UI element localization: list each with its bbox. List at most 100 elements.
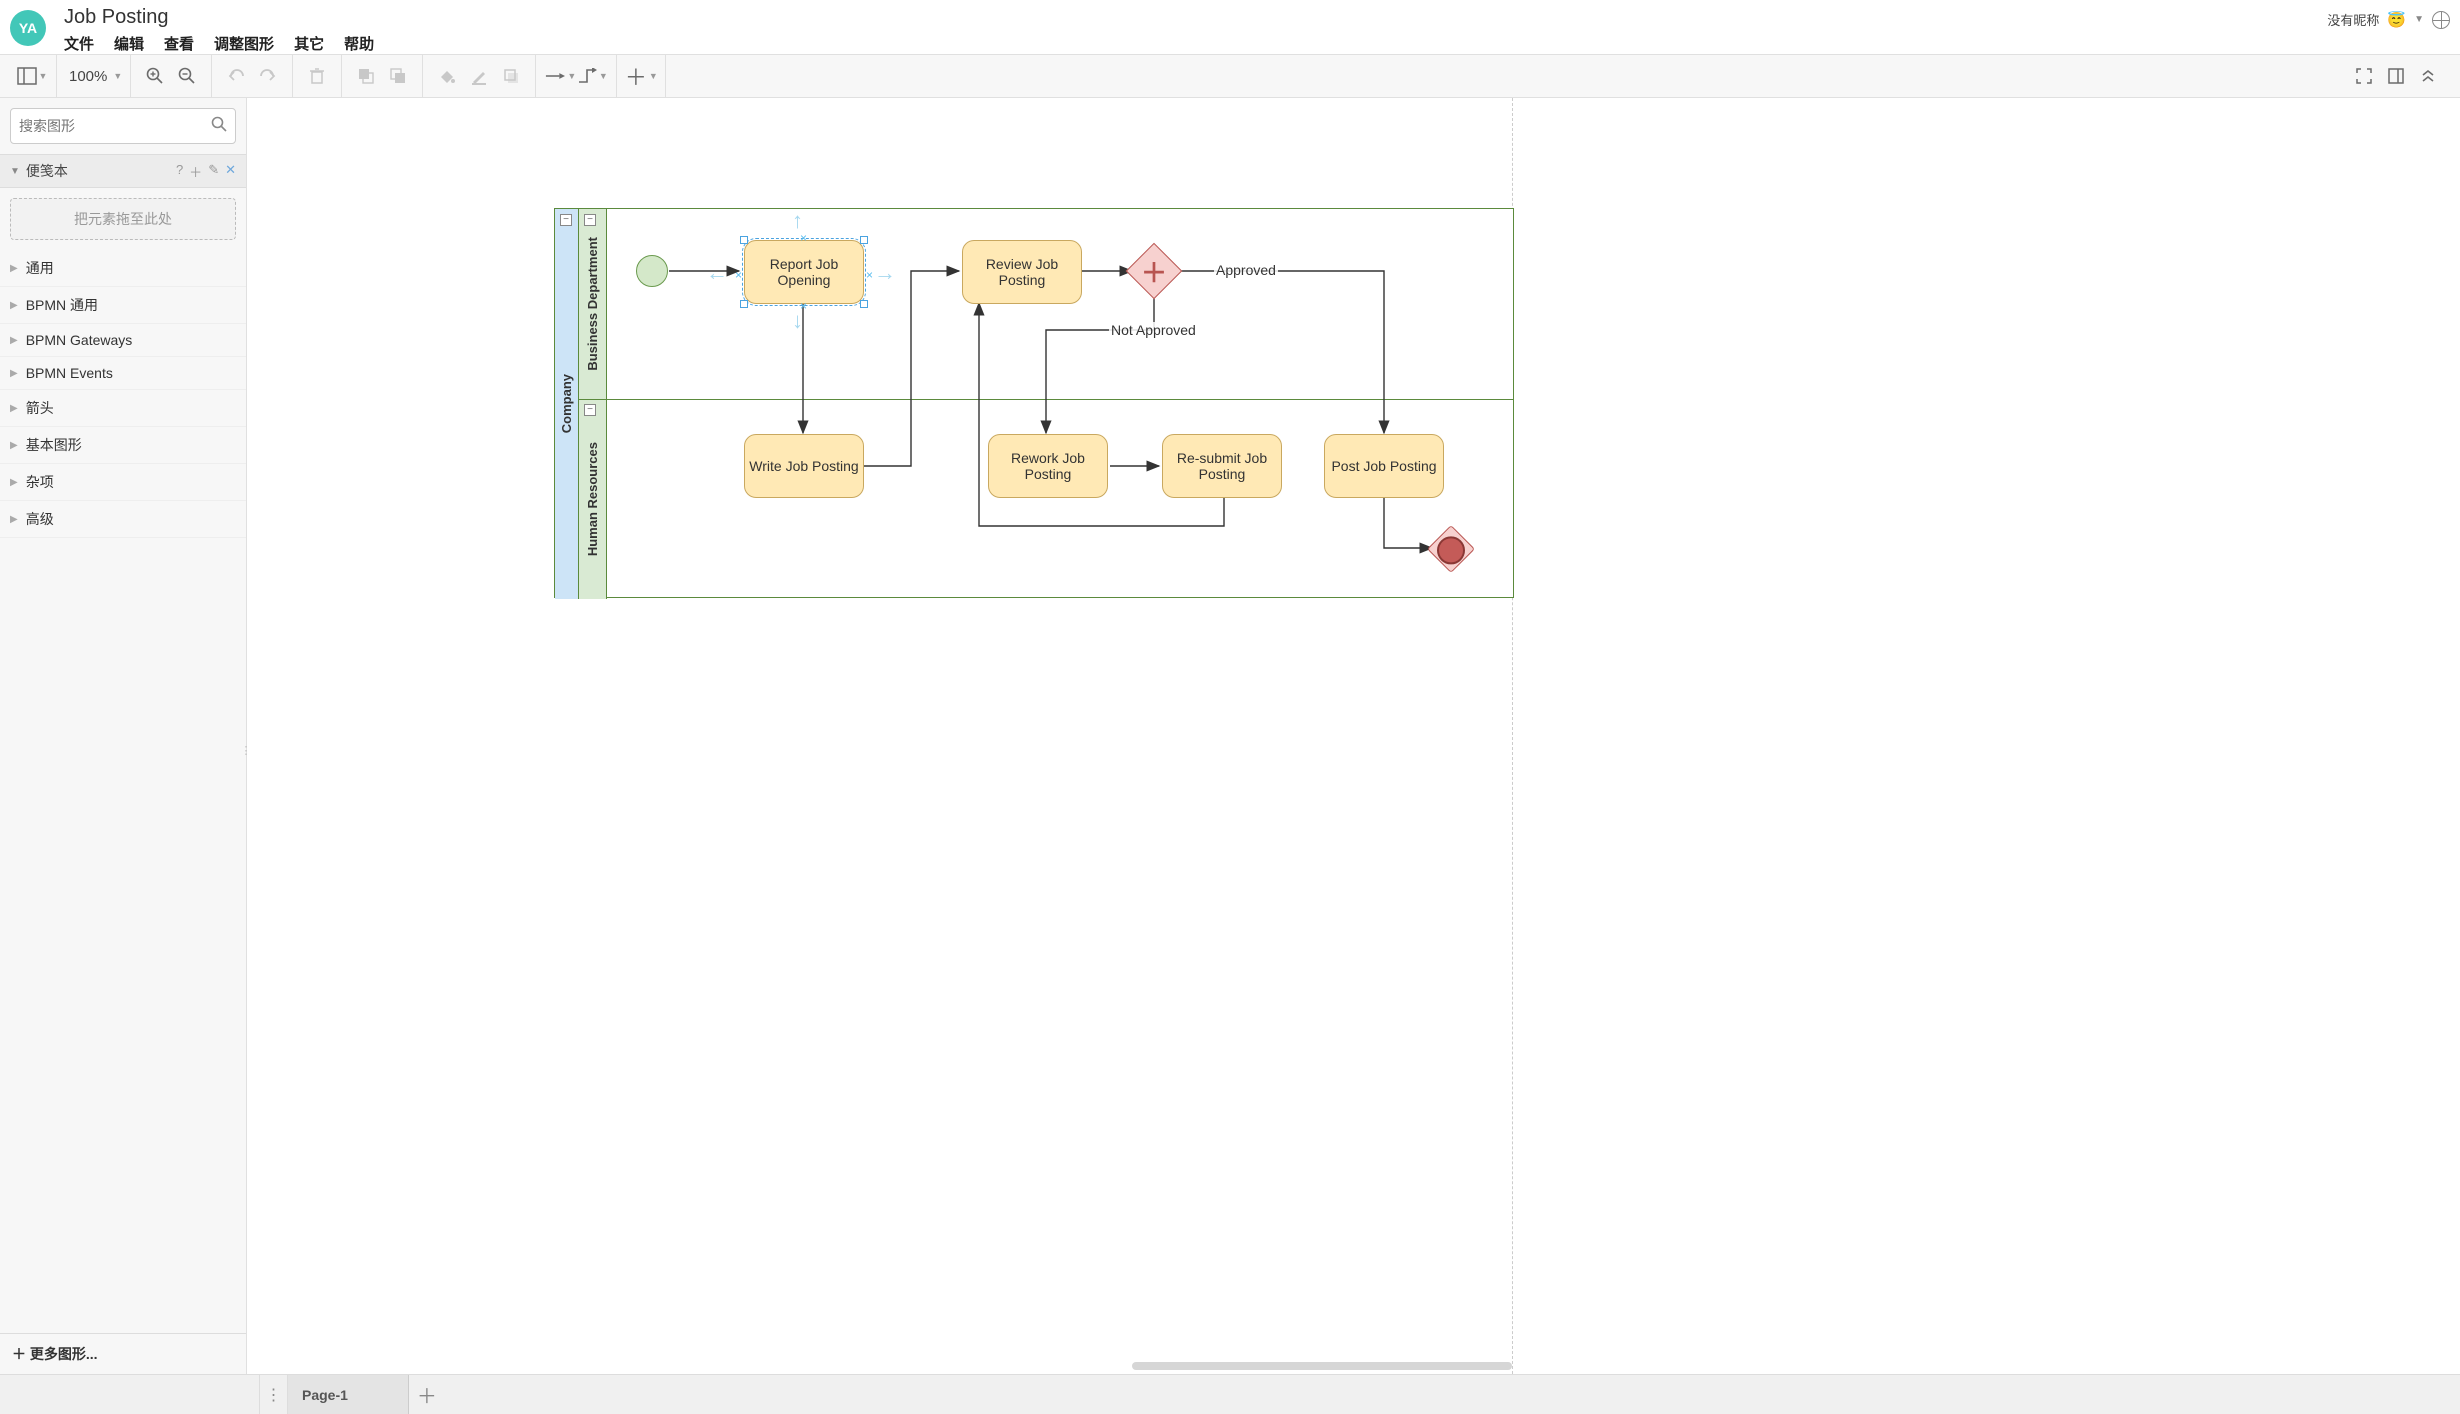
shadow-button[interactable]	[495, 60, 527, 92]
pages-menu-button[interactable]: ⋮	[260, 1375, 288, 1414]
connection-style-button[interactable]: ▼	[544, 60, 576, 92]
menu-file[interactable]: 文件	[64, 33, 94, 54]
task-label: Re-submit Job Posting	[1167, 450, 1277, 482]
task-label: Post Job Posting	[1331, 458, 1436, 474]
delete-button[interactable]	[301, 60, 333, 92]
task-label: Rework Job Posting	[993, 450, 1103, 482]
search-icon[interactable]	[211, 116, 227, 137]
search-shapes-input[interactable]	[19, 118, 211, 134]
category-bpmn-gateways[interactable]: ▶BPMN Gateways	[0, 324, 246, 357]
pencil-icon	[470, 67, 488, 85]
chevron-double-up-icon	[2421, 69, 2435, 83]
edge-label-approved: Approved	[1214, 262, 1278, 278]
direction-arrow-right[interactable]: →	[874, 260, 896, 286]
doc-title[interactable]: Job Posting	[64, 6, 2327, 29]
to-back-button[interactable]	[382, 60, 414, 92]
collapse-caret-icon: ▼	[10, 166, 20, 177]
task-write-job-posting[interactable]: Write Job Posting	[744, 434, 864, 498]
plus-icon: ＋	[625, 60, 647, 92]
category-advanced[interactable]: ▶高级	[0, 501, 246, 538]
to-front-icon	[357, 67, 375, 85]
menu-view[interactable]: 查看	[164, 33, 194, 54]
panel-icon	[2388, 68, 2404, 84]
category-bpmn-events[interactable]: ▶BPMN Events	[0, 357, 246, 390]
pool-title[interactable]: Company	[555, 209, 579, 599]
horizontal-scrollbar[interactable]	[1132, 1362, 1512, 1370]
lane2-collapse-toggle[interactable]: −	[584, 404, 596, 416]
menu-extras[interactable]: 其它	[294, 33, 324, 54]
zoom-in-icon	[146, 67, 164, 85]
paint-bucket-icon	[438, 67, 456, 85]
waypoint-icon	[577, 68, 597, 84]
shapes-sidebar: ▼ 便笺本 ? ＋ ✎ ✕ 把元素拖至此处 ▶通用 ▶BPMN 通用 ▶BPMN…	[0, 98, 247, 1374]
task-label: Report Job Opening	[749, 256, 859, 288]
search-shapes-box[interactable]	[10, 108, 236, 144]
zoom-out-icon	[178, 67, 196, 85]
user-label: 没有昵称	[2327, 10, 2379, 29]
to-front-button[interactable]	[350, 60, 382, 92]
task-rework-job-posting[interactable]: Rework Job Posting	[988, 434, 1108, 498]
task-resubmit-job-posting[interactable]: Re-submit Job Posting	[1162, 434, 1282, 498]
lane-separator	[607, 399, 1513, 400]
pool-collapse-toggle[interactable]: −	[560, 214, 572, 226]
zoom-dropdown-caret[interactable]: ▼	[113, 71, 122, 81]
waypoint-style-button[interactable]: ▼	[576, 60, 608, 92]
edge-label-not-approved: Not Approved	[1109, 322, 1198, 338]
shape-category-list: ▶通用 ▶BPMN 通用 ▶BPMN Gateways ▶BPMN Events…	[0, 250, 246, 1333]
trash-icon	[309, 67, 325, 85]
more-shapes-button[interactable]: ＋ 更多图形...	[0, 1333, 246, 1374]
format-panel-button[interactable]	[2380, 60, 2412, 92]
user-dropdown-caret[interactable]: ▼	[2414, 14, 2424, 25]
fullscreen-icon	[2356, 68, 2372, 84]
lane1-collapse-toggle[interactable]: −	[584, 214, 596, 226]
page-tab-1[interactable]: Page-1	[288, 1375, 409, 1414]
add-page-button[interactable]: ＋	[409, 1375, 445, 1414]
task-report-job-opening[interactable]: Report Job Opening ×× ××	[744, 240, 864, 304]
undo-button[interactable]	[220, 60, 252, 92]
zoom-in-button[interactable]	[139, 60, 171, 92]
zoom-out-button[interactable]	[171, 60, 203, 92]
view-mode-button[interactable]: ▼	[16, 60, 48, 92]
scratchpad-close-icon[interactable]: ✕	[225, 162, 236, 181]
category-misc[interactable]: ▶杂项	[0, 464, 246, 501]
to-back-icon	[389, 67, 407, 85]
insert-button[interactable]: ＋ ▼	[625, 60, 657, 92]
lane-business-dept[interactable]: Business Department	[579, 209, 607, 399]
menu-arrange[interactable]: 调整图形	[214, 33, 274, 54]
page-tabs-bar: ⋮ Page-1 ＋	[0, 1374, 2460, 1414]
direction-arrow-down[interactable]: ↓	[792, 308, 803, 334]
scratchpad-add-icon[interactable]: ＋	[189, 162, 202, 181]
category-bpmn-general[interactable]: ▶BPMN 通用	[0, 287, 246, 324]
scratchpad-header[interactable]: ▼ 便笺本 ? ＋ ✎ ✕	[0, 154, 246, 188]
line-color-button[interactable]	[463, 60, 495, 92]
fill-color-button[interactable]	[431, 60, 463, 92]
collapse-panel-button[interactable]	[2412, 60, 2444, 92]
task-post-job-posting[interactable]: Post Job Posting	[1324, 434, 1444, 498]
task-review-job-posting[interactable]: Review Job Posting	[962, 240, 1082, 304]
shadow-icon	[502, 67, 520, 85]
category-general[interactable]: ▶通用	[0, 250, 246, 287]
canvas-area[interactable]: Company Business Department Human Resour…	[247, 98, 2460, 1374]
menu-help[interactable]: 帮助	[344, 33, 374, 54]
category-basic-shapes[interactable]: ▶基本图形	[0, 427, 246, 464]
connection-icon	[544, 70, 565, 82]
start-event[interactable]	[636, 255, 668, 287]
direction-arrow-left[interactable]: ←	[706, 260, 728, 286]
bpmn-diagram[interactable]: Company Business Department Human Resour…	[554, 208, 1514, 713]
menu-edit[interactable]: 编辑	[114, 33, 144, 54]
scratchpad-help-icon[interactable]: ?	[176, 162, 183, 181]
menu-bar: 文件 编辑 查看 调整图形 其它 帮助	[64, 33, 2327, 54]
scratchpad-dropzone[interactable]: 把元素拖至此处	[10, 198, 236, 240]
category-arrows[interactable]: ▶箭头	[0, 390, 246, 427]
lane-human-resources[interactable]: Human Resources	[579, 399, 607, 599]
task-label: Write Job Posting	[749, 458, 858, 474]
zoom-level[interactable]: 100%	[65, 68, 111, 85]
direction-arrow-up[interactable]: ↑	[792, 208, 803, 234]
language-icon[interactable]	[2432, 11, 2450, 29]
sidebar-layout-icon	[17, 67, 37, 85]
redo-button[interactable]	[252, 60, 284, 92]
user-avatar-emoji: 😇	[2387, 11, 2406, 29]
fullscreen-button[interactable]	[2348, 60, 2380, 92]
app-logo: YA	[10, 10, 46, 46]
scratchpad-edit-icon[interactable]: ✎	[208, 162, 219, 181]
